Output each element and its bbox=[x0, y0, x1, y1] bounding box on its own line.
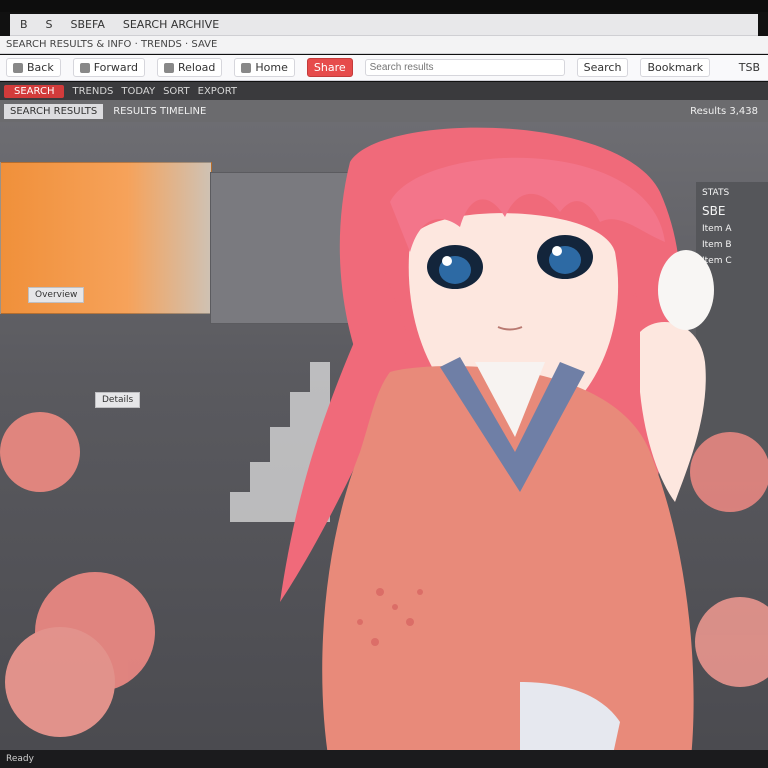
cloud-left bbox=[0, 412, 155, 737]
filter-1[interactable]: TRENDS bbox=[72, 86, 113, 97]
status-bar: Ready bbox=[0, 750, 768, 768]
search-input[interactable] bbox=[364, 59, 565, 76]
url-text: SEARCH RESULTS & INFO · TRENDS · SAVE bbox=[6, 39, 218, 50]
left-eye bbox=[427, 245, 483, 289]
search-button[interactable]: Search bbox=[576, 58, 629, 77]
home-button[interactable]: Home bbox=[234, 58, 295, 77]
right-eye bbox=[537, 235, 593, 279]
header-badge[interactable]: SEARCH bbox=[4, 84, 65, 98]
filter-3[interactable]: SORT bbox=[163, 86, 190, 97]
tab-2[interactable]: S bbox=[46, 18, 53, 31]
back-button[interactable]: Back bbox=[6, 58, 61, 77]
share-button[interactable]: Share bbox=[306, 58, 353, 77]
toolbar: Back Forward Reload Home Share Search Bo… bbox=[0, 55, 768, 81]
forward-button[interactable]: Forward bbox=[72, 58, 145, 77]
tab-1[interactable]: B bbox=[20, 18, 28, 31]
header-bar: SEARCH TRENDS TODAY SORT EXPORT bbox=[0, 82, 768, 100]
tab-3[interactable]: SBEFA bbox=[71, 18, 105, 31]
home-icon bbox=[241, 62, 252, 73]
held-object bbox=[658, 250, 714, 330]
reload-button[interactable]: Reload bbox=[156, 58, 223, 77]
reload-icon bbox=[163, 62, 174, 73]
tab-strip: B S SBEFA SEARCH ARCHIVE bbox=[10, 14, 758, 36]
filter-4[interactable]: EXPORT bbox=[198, 86, 237, 97]
filter-2[interactable]: TODAY bbox=[121, 86, 155, 97]
status-text: Ready bbox=[6, 754, 34, 764]
url-bar[interactable]: SEARCH RESULTS & INFO · TRENDS · SAVE bbox=[0, 36, 768, 54]
forward-icon bbox=[79, 62, 90, 73]
screen: B S SBEFA SEARCH ARCHIVE SEARCH RESULTS … bbox=[0, 0, 768, 768]
subheader-center-label: RESULTS TIMELINE bbox=[113, 105, 207, 117]
subheader-stats: Results 3,438 bbox=[690, 105, 758, 117]
tab-4[interactable]: SEARCH ARCHIVE bbox=[123, 18, 219, 31]
subheader-left-label: SEARCH RESULTS bbox=[4, 103, 104, 119]
toolbar-right-label: TSB bbox=[738, 61, 760, 74]
dashboard-stage: Overview Details STATS SBE Item A Item B… bbox=[0, 122, 768, 768]
back-icon bbox=[13, 62, 23, 73]
cloud-right bbox=[690, 432, 768, 687]
character-illustration bbox=[0, 127, 768, 768]
subheader: SEARCH RESULTS RESULTS TIMELINE Results … bbox=[0, 100, 768, 122]
bookmark-button[interactable]: Bookmark bbox=[640, 58, 711, 77]
top-strip bbox=[0, 0, 768, 12]
